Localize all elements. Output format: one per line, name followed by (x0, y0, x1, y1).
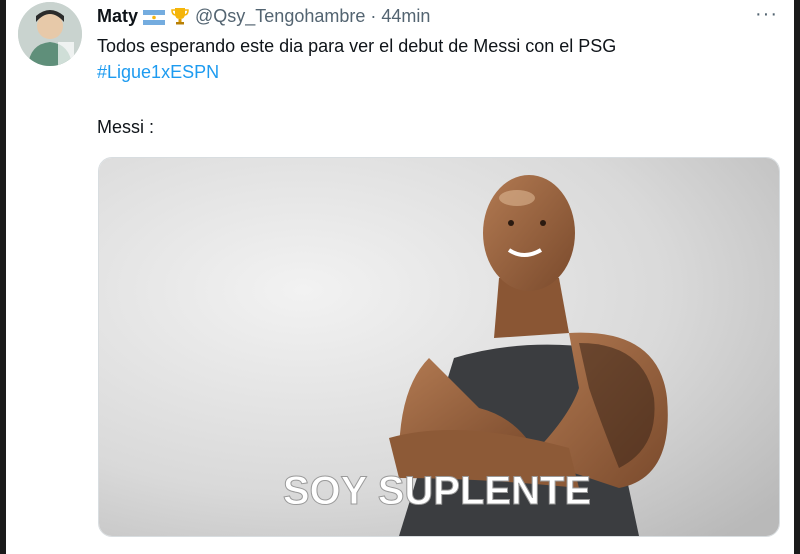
display-name[interactable]: Maty (97, 6, 138, 27)
tweet-header: Maty @Qsy_Tengohambre · 44min (97, 4, 430, 28)
hashtag-link[interactable]: #Ligue1xESPN (97, 62, 219, 83)
timestamp[interactable]: 44min (381, 6, 430, 27)
tweet-card: Maty @Qsy_Tengohambre · 44min ··· Todos … (6, 0, 794, 554)
tweet-text-line: Todos esperando este dia para ver el deb… (97, 36, 617, 56)
argentina-flag-icon (143, 9, 166, 25)
tweet-media-image[interactable]: SOY SUPLENTE (98, 157, 780, 537)
separator-dot: · (370, 5, 377, 26)
avatar[interactable] (18, 2, 82, 66)
tweet-text-line: Messi : (97, 117, 155, 137)
more-options-icon[interactable]: ··· (755, 4, 778, 24)
trophy-icon (170, 6, 190, 26)
user-handle[interactable]: @Qsy_Tengohambre (195, 6, 365, 27)
meme-caption: SOY SUPLENTE (283, 469, 591, 513)
